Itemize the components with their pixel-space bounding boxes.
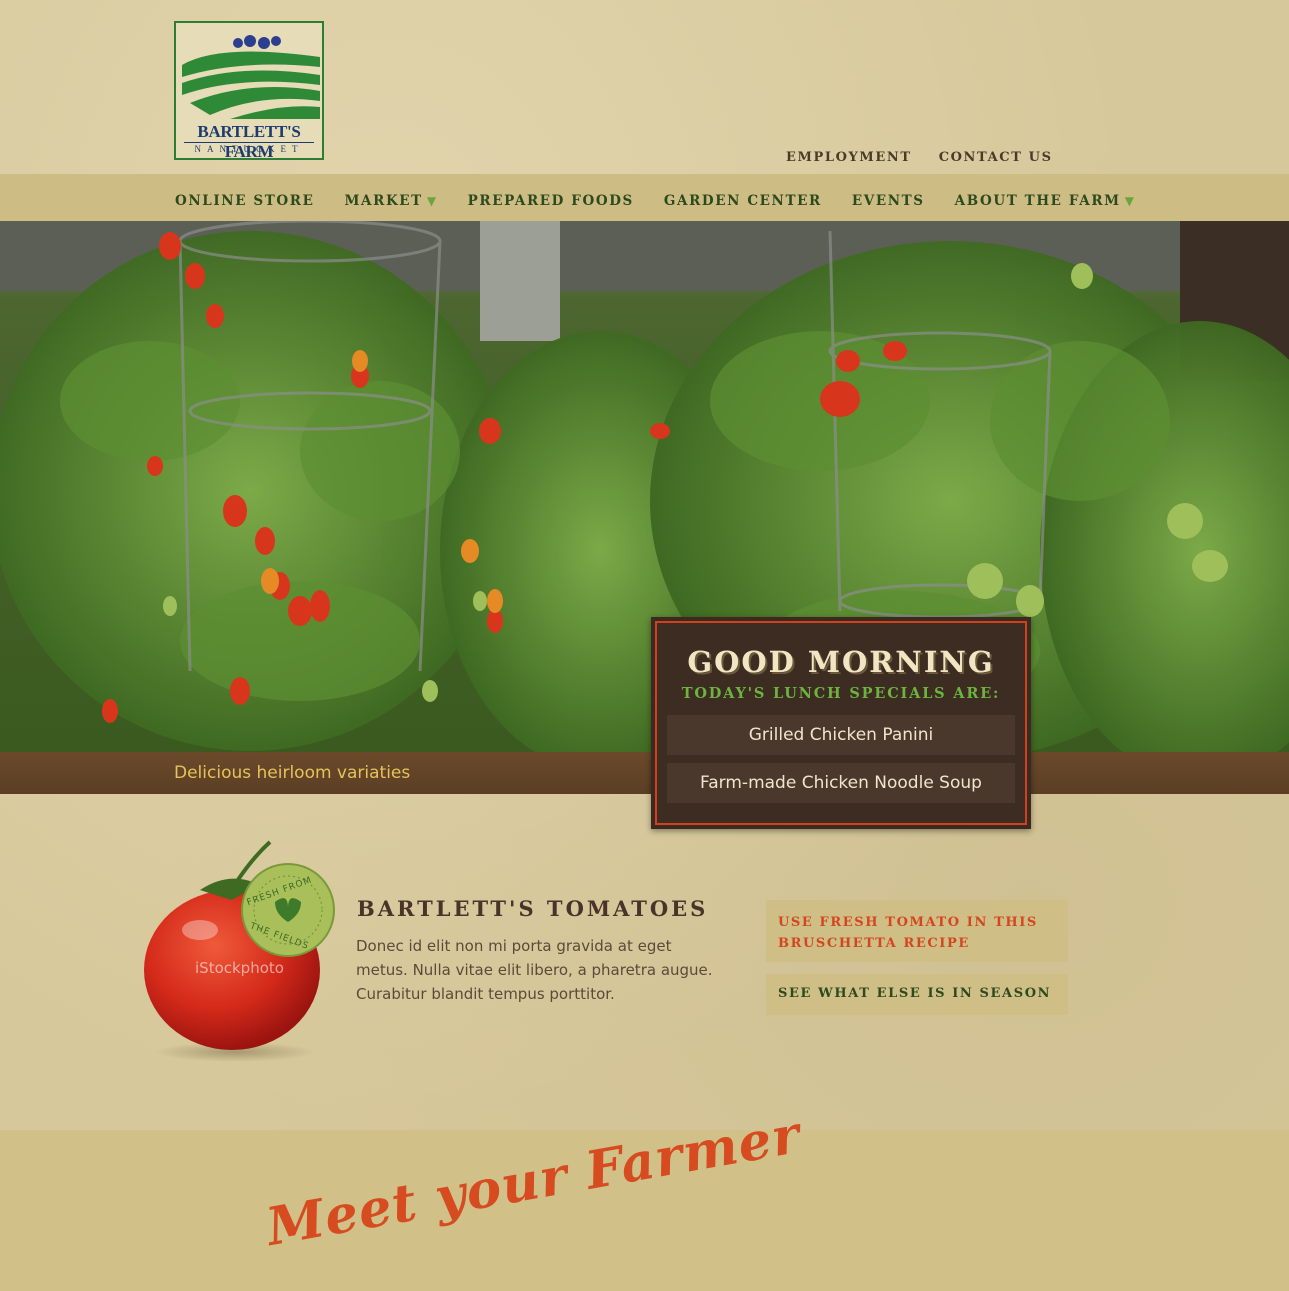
bruschetta-recipe-button[interactable]: USE FRESH TOMATO IN THIS BRUSCHETTA RECI…	[766, 900, 1068, 962]
chevron-down-icon: ▼	[426, 194, 438, 208]
greeting-heading: GOOD MORNING	[687, 645, 995, 679]
in-season-button[interactable]: SEE WHAT ELSE IS IN SEASON	[766, 974, 1068, 1015]
contact-us-link[interactable]: CONTACT US	[939, 150, 1053, 165]
lunch-subtitle: TODAY'S LUNCH SPECIALS ARE:	[681, 685, 1001, 702]
farm-fields-icon	[182, 35, 320, 119]
lunch-special-item[interactable]: Grilled Chicken Panini	[667, 715, 1015, 755]
logo-subtitle: NANTUCKET	[184, 142, 314, 154]
utility-nav: EMPLOYMENT CONTACT US	[786, 150, 1053, 165]
lunch-specials-panel: GOOD MORNING TODAY'S LUNCH SPECIALS ARE:…	[651, 617, 1031, 829]
hero-caption: Delicious heirloom variaties	[174, 763, 411, 783]
hero-caption-bar: Delicious heirloom variaties	[0, 752, 1289, 794]
section-title: BARTLETT'S TOMATOES	[357, 896, 709, 921]
nav-item-prepared-foods[interactable]: PREPARED FOODS	[468, 193, 634, 209]
farm-logo[interactable]: BARTLETT'S FARM NANTUCKET	[174, 21, 324, 161]
nav-label: ABOUT THE FARM	[954, 193, 1121, 209]
lunch-special-item[interactable]: Farm-made Chicken Noodle Soup	[667, 763, 1015, 803]
nav-item-about-the-farm[interactable]: ABOUT THE FARM ▼	[955, 193, 1136, 209]
employment-link[interactable]: EMPLOYMENT	[786, 150, 912, 165]
tomato-image: FRESH FROM THE FIELDS iStockphoto	[140, 840, 340, 1065]
nav-label: PREPARED FOODS	[467, 193, 634, 209]
nav-label: MARKET	[344, 193, 423, 209]
nav-item-events[interactable]: EVENTS	[852, 193, 925, 209]
nav-item-online-store[interactable]: ONLINE STORE	[175, 193, 315, 209]
section-body: Donec id elit non mi porta gravida at eg…	[356, 937, 713, 1003]
nav-item-garden-center[interactable]: GARDEN CENTER	[664, 193, 822, 209]
main-nav: ONLINE STORE MARKET ▼ PREPARED FOODS GARD…	[0, 174, 1289, 221]
nav-label: GARDEN CENTER	[663, 193, 822, 209]
chevron-down-icon: ▼	[1124, 194, 1136, 208]
watermark-text: iStockphoto	[195, 959, 284, 977]
hero-image	[0, 221, 1289, 752]
nav-label: EVENTS	[851, 193, 925, 209]
nav-label: ONLINE STORE	[175, 193, 315, 209]
nav-item-market[interactable]: MARKET ▼	[345, 193, 438, 209]
